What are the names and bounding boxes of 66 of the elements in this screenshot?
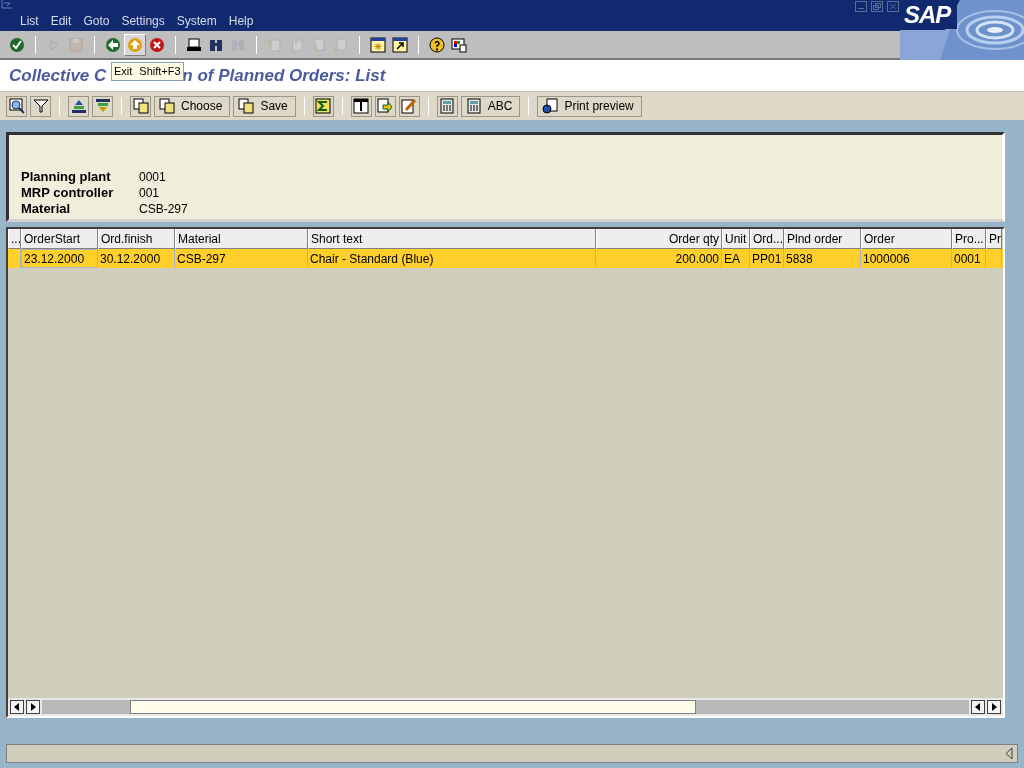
scroll-right-icon[interactable] — [987, 700, 1001, 714]
scroll-left-icon[interactable] — [971, 700, 985, 714]
column-header[interactable]: OrderStart — [21, 229, 98, 249]
column-header[interactable]: Pr — [986, 229, 1002, 249]
column-header[interactable]: Short text — [308, 229, 596, 249]
toolbar-button[interactable]: Choose — [154, 95, 231, 117]
sort-icon[interactable] — [68, 95, 89, 117]
field-value: 001 — [139, 185, 161, 201]
screen-title: Collective C — [9, 64, 107, 87]
table-cell: 1000006 — [861, 249, 952, 268]
window-icon[interactable] — [1, 0, 15, 10]
field-value: CSB-297 — [139, 201, 189, 217]
table-cell: EA — [722, 249, 750, 268]
toolbar-button[interactable]: Save — [233, 95, 296, 117]
scroll-right-icon[interactable] — [26, 700, 40, 714]
tooltip: Exit Shift+F3 — [111, 62, 184, 81]
field-label: Material — [21, 201, 72, 217]
print-preview-icon — [542, 98, 559, 114]
copy-icon — [238, 98, 255, 114]
restore-icon[interactable] — [871, 1, 883, 12]
menu-item[interactable]: List — [14, 12, 45, 30]
table-cell: 200.000 — [596, 249, 722, 268]
copy-icon[interactable] — [130, 95, 151, 117]
sum-icon[interactable] — [312, 95, 334, 117]
table-row[interactable]: 23.12.2000 30.12.2000 CSB-297 Chair - Standard (Blue) 200.000 EA PP01 5838 1000006 0001 — [8, 249, 1003, 268]
close-icon[interactable] — [887, 1, 899, 12]
scroll-left-icon[interactable] — [10, 700, 24, 714]
column-header[interactable]: Pro... — [952, 229, 986, 249]
toolbar-button[interactable]: Print preview — [537, 95, 642, 117]
field-label: Planning plant — [21, 169, 112, 185]
menu-item[interactable]: System — [170, 12, 223, 30]
magnifier-icon[interactable] — [6, 95, 27, 117]
export-icon[interactable] — [374, 95, 396, 117]
field-value: 0001 — [139, 169, 167, 185]
minimize-icon[interactable] — [855, 1, 867, 12]
column-header[interactable]: ... — [8, 229, 21, 249]
calculator-icon[interactable] — [436, 95, 458, 117]
column-header[interactable]: Ord... — [750, 229, 784, 249]
menu-item[interactable]: Settings — [115, 12, 171, 30]
calculator-icon — [465, 98, 482, 114]
table-cell: CSB-297 — [175, 249, 308, 268]
field-label: MRP controller — [21, 185, 115, 201]
table-cell: 0001 — [952, 249, 986, 268]
table-cell: 5838 — [784, 249, 861, 268]
column-header[interactable]: Order — [861, 229, 952, 249]
layout-icon[interactable] — [350, 95, 372, 117]
table-cell: PP01 — [750, 249, 784, 268]
toolbar-button[interactable]: ABC — [460, 95, 521, 117]
table-cell: Chair - Standard (Blue) — [308, 249, 596, 268]
exit-icon[interactable] — [124, 33, 146, 56]
table-cell: 23.12.2000 — [21, 249, 98, 268]
sort-icon[interactable] — [92, 95, 113, 117]
copy-icon — [159, 98, 175, 114]
column-header[interactable]: Plnd order — [784, 229, 861, 249]
column-header[interactable]: Material — [175, 229, 308, 249]
table-cell: 30.12.2000 — [98, 249, 175, 268]
menu-item[interactable]: Edit — [44, 12, 78, 30]
filter-icon[interactable] — [30, 95, 51, 117]
menu-item[interactable]: Help — [222, 12, 260, 30]
edit-icon[interactable] — [398, 95, 420, 117]
column-header[interactable]: Order qty — [596, 229, 722, 249]
column-header[interactable]: Ord.finish — [98, 229, 175, 249]
expand-icon[interactable] — [1004, 747, 1014, 760]
scrollbar-thumb[interactable] — [130, 700, 696, 714]
menu-item[interactable]: Goto — [77, 12, 116, 30]
column-header[interactable]: Unit — [722, 229, 750, 249]
